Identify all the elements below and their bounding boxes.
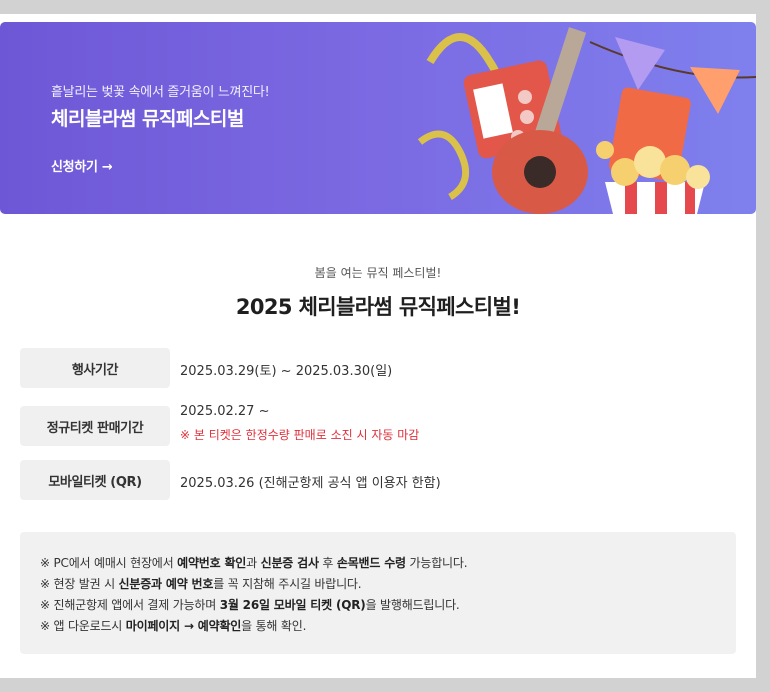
mobile-ticket-label: 모바일티켓 (QR): [20, 460, 170, 500]
pennant-flag: [690, 67, 740, 114]
popcorn-stripe: [625, 182, 637, 214]
yellow-swirl: [417, 130, 470, 201]
apply-link[interactable]: 신청하기 →: [51, 156, 113, 175]
banner-title: 체리블라썸 뮤직페스티벌: [51, 108, 244, 130]
popcorn: [660, 155, 690, 185]
popcorn: [686, 165, 710, 189]
festival-illustration: [417, 27, 756, 214]
ticket-sold-out-note: ※ 본 티켓은 한정수량 판매로 소진 시 자동 마감: [180, 428, 420, 442]
ticket-period-label: 정규티켓 판매기간: [20, 406, 170, 446]
headline-subtitle: 봄을 여는 뮤직 페스티벌!: [314, 266, 442, 280]
notice-box: ※ PC에서 예매시 현장에서 예약번호 확인과 신분증 검사 후 손목밴드 수…: [20, 532, 736, 654]
accordion-button: [520, 110, 534, 124]
page: 흩날리는 벚꽃 속에서 즐거움이 느껴진다! 체리블라썸 뮤직페스티벌 신청하기…: [0, 14, 756, 678]
ticket-period-value: 2025.02.27 ~: [180, 404, 270, 419]
festival-banner[interactable]: 흩날리는 벚꽃 속에서 즐거움이 느껴진다! 체리블라썸 뮤직페스티벌 신청하기…: [0, 22, 756, 214]
banner-subtitle: 흩날리는 벚꽃 속에서 즐거움이 느껴진다!: [51, 85, 270, 100]
notice-item: ※ 진해군항제 앱에서 결제 가능하며 3월 26일 모바일 티켓 (QR)을 …: [40, 598, 460, 612]
guitar-soundhole: [524, 156, 556, 188]
event-period-value: 2025.03.29(토) ~ 2025.03.30(일): [180, 364, 393, 379]
notice-item: ※ 앱 다운로드시 마이페이지 → 예약확인을 통해 확인.: [40, 619, 307, 633]
accordion-button: [518, 90, 532, 104]
notice-item: ※ PC에서 예매시 현장에서 예약번호 확인과 신분증 검사 후 손목밴드 수…: [40, 556, 468, 570]
headline-title: 2025 체리블라썸 뮤직페스티벌!: [235, 295, 521, 319]
mobile-ticket-value: 2025.03.26 (진해군항제 공식 앱 이용자 한함): [180, 476, 441, 491]
event-period-label: 행사기간: [20, 348, 170, 388]
popcorn-stripe: [655, 182, 667, 214]
notice-item: ※ 현장 발권 시 신분증과 예약 번호를 꼭 지참해 주시길 바랍니다.: [40, 577, 362, 591]
popcorn: [596, 141, 614, 159]
pennant-flag: [615, 37, 665, 90]
